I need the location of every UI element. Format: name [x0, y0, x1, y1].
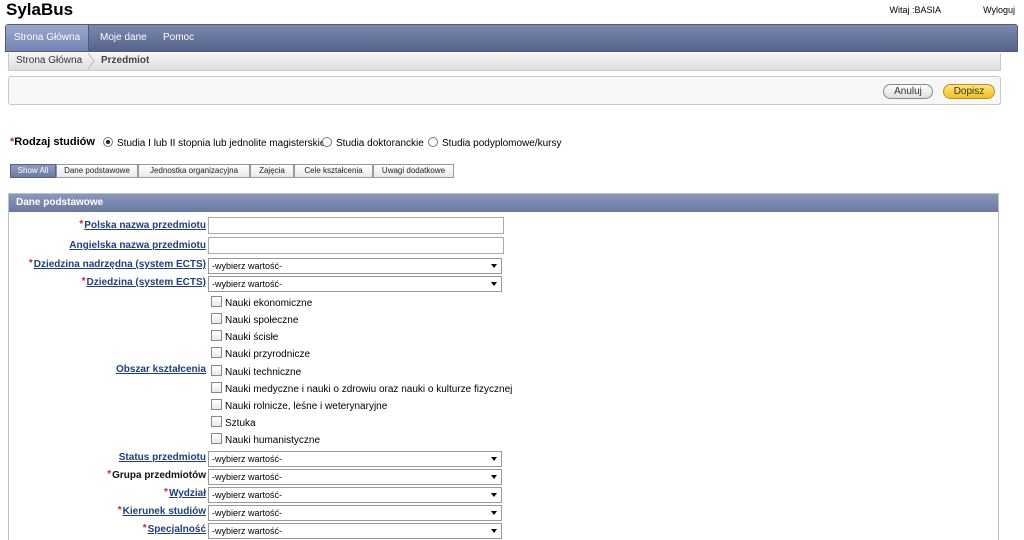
english-name-input[interactable]: [208, 237, 504, 254]
checkbox-area-social[interactable]: [211, 313, 222, 324]
study-type-label: *Rodzaj studiów: [10, 136, 95, 148]
radio-label-study-type-3[interactable]: Studia podyplomowe/kursy: [442, 138, 562, 149]
tab-basic-data[interactable]: Dane podstawowe: [56, 164, 138, 178]
field-label-faculty: *Wydział: [164, 487, 206, 499]
tab-notes[interactable]: Uwagi dodatkowe: [373, 164, 454, 178]
checkbox-area-humanities[interactable]: [211, 433, 222, 444]
chevron-right-icon: [87, 53, 95, 69]
field-label-education-area: Obszar kształcenia: [116, 364, 206, 375]
field-label-english-name: Angielska nazwa przedmiotu: [69, 240, 206, 251]
field-label-specialty: *Specjalność: [142, 523, 206, 535]
checkbox-label-area: Nauki medyczne i nauki o zdrowiu oraz na…: [225, 384, 513, 395]
required-marker: *: [107, 469, 112, 480]
domain-label[interactable]: Dziedzina (system ECTS): [87, 277, 206, 288]
domain-select[interactable]: -wybierz wartość-: [208, 276, 502, 292]
main-nav: Strona Główna Moje dane Pomoc: [5, 24, 1018, 52]
field-label-field-of-study: *Kierunek studiów: [117, 505, 206, 517]
tab-classes[interactable]: Zajęcia: [250, 164, 294, 178]
checkbox-area-agricultural[interactable]: [211, 399, 222, 410]
faculty-label[interactable]: Wydział: [169, 488, 206, 499]
checkbox-area-exact[interactable]: [211, 330, 222, 341]
checkbox-area-natural[interactable]: [211, 347, 222, 358]
field-label-course-group: *Grupa przedmiotów: [107, 469, 206, 481]
dropdown-arrow-icon: [491, 264, 497, 268]
breadcrumb: Strona Główna Przedmiot: [8, 53, 1001, 71]
specialty-label[interactable]: Specjalność: [148, 524, 206, 535]
breadcrumb-home[interactable]: Strona Główna: [16, 55, 82, 66]
radio-label-study-type-2[interactable]: Studia doktoranckie: [336, 138, 424, 149]
required-marker: *: [79, 219, 84, 230]
app-logo: SylaBus: [6, 0, 74, 19]
tab-learning-goals[interactable]: Cele kształcenia: [294, 164, 373, 178]
specialty-value: -wybierz wartość-: [212, 526, 283, 536]
course-group-select[interactable]: -wybierz wartość-: [208, 469, 502, 485]
save-button[interactable]: Dopisz: [943, 84, 995, 99]
dropdown-arrow-icon: [491, 457, 497, 461]
required-marker: *: [142, 523, 147, 534]
top-bar: SylaBus Witaj :BASIA Wyloguj: [0, 0, 1024, 22]
polish-name-label[interactable]: Polska nazwa przedmiotu: [84, 220, 206, 231]
required-marker: *: [164, 487, 168, 498]
checkbox-area-economics[interactable]: [211, 296, 222, 307]
dropdown-arrow-icon: [491, 282, 497, 286]
field-label-domain: *Dziedzina (system ECTS): [81, 276, 206, 288]
domain-value: -wybierz wartość-: [212, 279, 283, 289]
field-of-study-label[interactable]: Kierunek studiów: [123, 506, 206, 517]
checkbox-label-area: Sztuka: [225, 418, 256, 429]
education-area-label[interactable]: Obszar kształcenia: [116, 364, 206, 375]
study-type-label-text: Rodzaj studiów: [14, 136, 95, 148]
dropdown-arrow-icon: [491, 511, 497, 515]
field-of-study-value: -wybierz wartość-: [212, 508, 283, 518]
english-name-label[interactable]: Angielska nazwa przedmiotu: [69, 240, 206, 251]
welcome-text: Witaj :BASIA: [889, 5, 941, 15]
status-select[interactable]: -wybierz wartość-: [208, 451, 502, 467]
dropdown-arrow-icon: [491, 493, 497, 497]
faculty-value: -wybierz wartość-: [212, 490, 283, 500]
field-of-study-select[interactable]: -wybierz wartość-: [208, 505, 502, 521]
dropdown-arrow-icon: [491, 529, 497, 533]
nav-item-help[interactable]: Pomoc: [155, 25, 202, 51]
specialty-select[interactable]: -wybierz wartość-: [208, 523, 502, 539]
checkbox-area-medical[interactable]: [211, 382, 222, 393]
field-label-parent-domain: *Dziedzina nadrzędna (system ECTS): [28, 258, 206, 270]
course-group-label: Grupa przedmiotów: [112, 470, 206, 481]
checkbox-area-art[interactable]: [211, 416, 222, 427]
logout-link[interactable]: Wyloguj: [983, 5, 1015, 15]
checkbox-label-area: Nauki społeczne: [225, 315, 299, 326]
field-label-polish-name: *Polska nazwa przedmiotu: [79, 219, 206, 231]
required-marker: *: [117, 505, 122, 516]
dropdown-arrow-icon: [491, 475, 497, 479]
cancel-button[interactable]: Anuluj: [883, 84, 933, 99]
checkbox-label-area: Nauki techniczne: [225, 367, 302, 378]
parent-domain-label[interactable]: Dziedzina nadrzędna (system ECTS): [34, 259, 206, 270]
action-bar: Anuluj Dopisz: [8, 76, 1001, 105]
nav-item-my-data[interactable]: Moje dane: [92, 25, 155, 51]
radio-label-study-type-1[interactable]: Studia I lub II stopnia lub jednolite ma…: [117, 138, 325, 149]
radio-study-type-2[interactable]: [322, 137, 332, 147]
radio-study-type-1[interactable]: [103, 137, 113, 147]
required-marker: *: [28, 258, 33, 269]
faculty-select[interactable]: -wybierz wartość-: [208, 487, 502, 503]
checkbox-label-area: Nauki przyrodnicze: [225, 349, 311, 360]
checkbox-area-technical[interactable]: [211, 365, 222, 376]
parent-domain-select[interactable]: -wybierz wartość-: [208, 258, 502, 274]
tab-org-unit[interactable]: Jednostka organizacyjna: [138, 164, 250, 178]
panel-title: Dane podstawowe: [9, 194, 998, 212]
polish-name-input[interactable]: [208, 217, 504, 234]
checkbox-label-area: Nauki ścisłe: [225, 332, 279, 343]
breadcrumb-current: Przedmiot: [101, 55, 150, 66]
status-label[interactable]: Status przedmiotu: [119, 452, 206, 463]
field-label-status: Status przedmiotu: [119, 452, 206, 463]
status-value: -wybierz wartość-: [212, 454, 283, 464]
parent-domain-value: -wybierz wartość-: [212, 261, 283, 271]
course-group-value: -wybierz wartość-: [212, 472, 283, 482]
nav-item-home[interactable]: Strona Główna: [6, 25, 90, 51]
required-marker: *: [81, 276, 86, 287]
radio-study-type-3[interactable]: [428, 137, 438, 147]
tab-show-all[interactable]: Show All: [10, 164, 56, 178]
checkbox-label-area: Nauki rolnicze, leśne i weterynaryjne: [225, 401, 388, 412]
checkbox-label-area: Nauki humanistyczne: [225, 435, 321, 446]
checkbox-label-area: Nauki ekonomiczne: [225, 298, 313, 309]
